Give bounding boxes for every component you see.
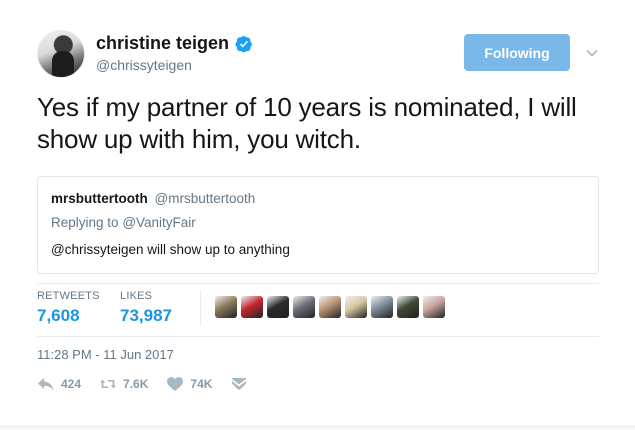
liker-avatar[interactable]: [371, 296, 393, 318]
likes-value: 73,987: [120, 306, 172, 325]
reply-prefix: Replying to: [51, 215, 119, 230]
author-handle[interactable]: @chrissyteigen: [96, 57, 192, 73]
liker-avatar[interactable]: [397, 296, 419, 318]
quoted-tweet[interactable]: mrsbuttertooth @mrsbuttertooth Replying …: [37, 176, 599, 274]
quoted-author-name: mrsbuttertooth: [51, 191, 148, 206]
retweets-label: RETWEETS: [37, 290, 100, 302]
stats-bottom-divider: [37, 336, 599, 337]
like-count: 74K: [190, 377, 213, 391]
verified-badge-icon: [235, 35, 252, 52]
liker-avatar[interactable]: [423, 296, 445, 318]
quoted-reply-context: Replying to @VanityFair: [51, 215, 196, 230]
chevron-down-icon[interactable]: [585, 46, 599, 60]
envelope-icon: [232, 378, 247, 390]
reply-icon: [38, 378, 54, 391]
author-name-row: christine teigen: [96, 33, 253, 54]
liker-avatar[interactable]: [319, 296, 341, 318]
quoted-author-handle: @mrsbuttertooth: [154, 191, 256, 206]
tweet-text: Yes if my partner of 10 years is nominat…: [37, 92, 577, 154]
reply-to-link[interactable]: @VanityFair: [122, 215, 195, 230]
retweet-icon: [99, 379, 117, 389]
reply-button[interactable]: 424: [37, 376, 81, 392]
quoted-tweet-author: mrsbuttertooth @mrsbuttertooth: [51, 191, 255, 206]
avatar-figure: [52, 51, 74, 77]
stats-separator: [200, 290, 201, 326]
liker-avatar[interactable]: [215, 296, 237, 318]
author-display-name[interactable]: christine teigen: [96, 33, 229, 54]
author-avatar[interactable]: [37, 30, 85, 78]
retweets-stat[interactable]: RETWEETS 7,608: [37, 290, 100, 326]
liker-avatar[interactable]: [241, 296, 263, 318]
retweets-value: 7,608: [37, 306, 80, 325]
likes-stat[interactable]: LIKES 73,987: [120, 290, 172, 326]
following-button[interactable]: Following: [464, 34, 570, 71]
quoted-tweet-text: @chrissyteigen will show up to anything: [51, 242, 290, 257]
direct-message-button[interactable]: [230, 376, 248, 392]
liker-avatar[interactable]: [293, 296, 315, 318]
retweet-button[interactable]: 7.6K: [99, 376, 148, 392]
reply-count: 424: [61, 377, 82, 391]
like-button[interactable]: 74K: [166, 376, 212, 392]
liker-avatars: [215, 296, 449, 318]
likes-label: LIKES: [120, 290, 153, 302]
bottom-border: [0, 426, 635, 430]
retweet-count: 7.6K: [123, 377, 149, 391]
tweet-actions: 424 7.6K 74K: [37, 376, 266, 392]
stats-top-divider: [37, 283, 599, 284]
tweet-timestamp[interactable]: 11:28 PM - 11 Jun 2017: [37, 347, 174, 362]
heart-icon: [167, 377, 184, 391]
liker-avatar[interactable]: [267, 296, 289, 318]
liker-avatar[interactable]: [345, 296, 367, 318]
